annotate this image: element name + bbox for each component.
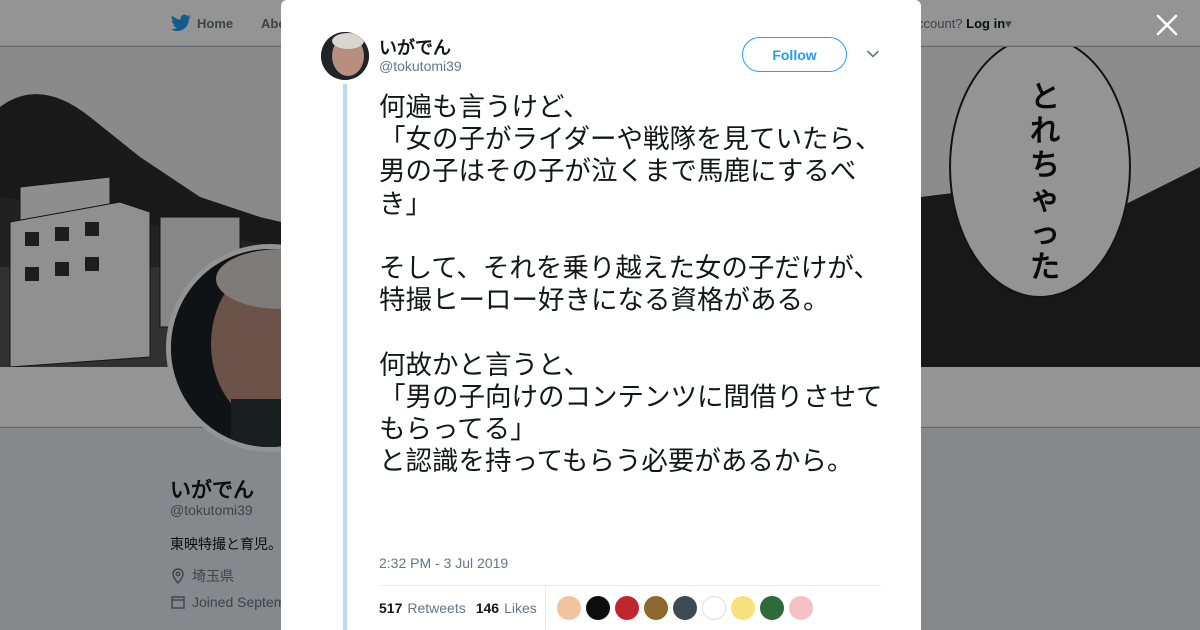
close-icon[interactable] [1154, 12, 1180, 38]
likes-count: 146 [475, 600, 500, 616]
liker-avatar[interactable] [731, 596, 755, 620]
liker-avatar[interactable] [789, 596, 813, 620]
liker-avatar[interactable] [760, 596, 784, 620]
liker-avatar[interactable] [557, 596, 581, 620]
likers-list [557, 596, 813, 620]
tweet-text: 何遍も言うけど、 「女の子がライダーや戦隊を見ていたら、男の子はその子が泣くまで… [379, 92, 883, 478]
divider [379, 585, 881, 586]
liker-avatar[interactable] [586, 596, 610, 620]
tweet-author-name[interactable]: いがでん [379, 34, 451, 60]
likes-stat[interactable]: 146 Likes [476, 600, 537, 616]
tweet-timestamp[interactable]: 2:32 PM - 3 Jul 2019 [379, 555, 508, 571]
thread-line [343, 84, 347, 630]
tweet-modal: いがでん @tokutomi39 Follow 何遍も言うけど、 「女の子がライ… [281, 0, 921, 630]
retweets-count: 517 [379, 600, 403, 616]
chevron-down-icon[interactable] [865, 46, 881, 62]
tweet-author-avatar-image [321, 32, 369, 80]
stats-divider [545, 586, 546, 630]
liker-avatar[interactable] [702, 596, 726, 620]
liker-avatar[interactable] [644, 596, 668, 620]
likes-label: Likes [504, 600, 537, 616]
tweet-author-avatar[interactable] [321, 32, 369, 80]
tweet-stats: 517 Retweets 146 Likes [379, 600, 537, 616]
tweet-author-handle[interactable]: @tokutomi39 [379, 58, 462, 74]
liker-avatar[interactable] [673, 596, 697, 620]
liker-avatar[interactable] [615, 596, 639, 620]
retweets-stat[interactable]: 517 Retweets [379, 600, 466, 616]
retweets-label: Retweets [407, 600, 466, 616]
follow-button[interactable]: Follow [742, 37, 847, 72]
